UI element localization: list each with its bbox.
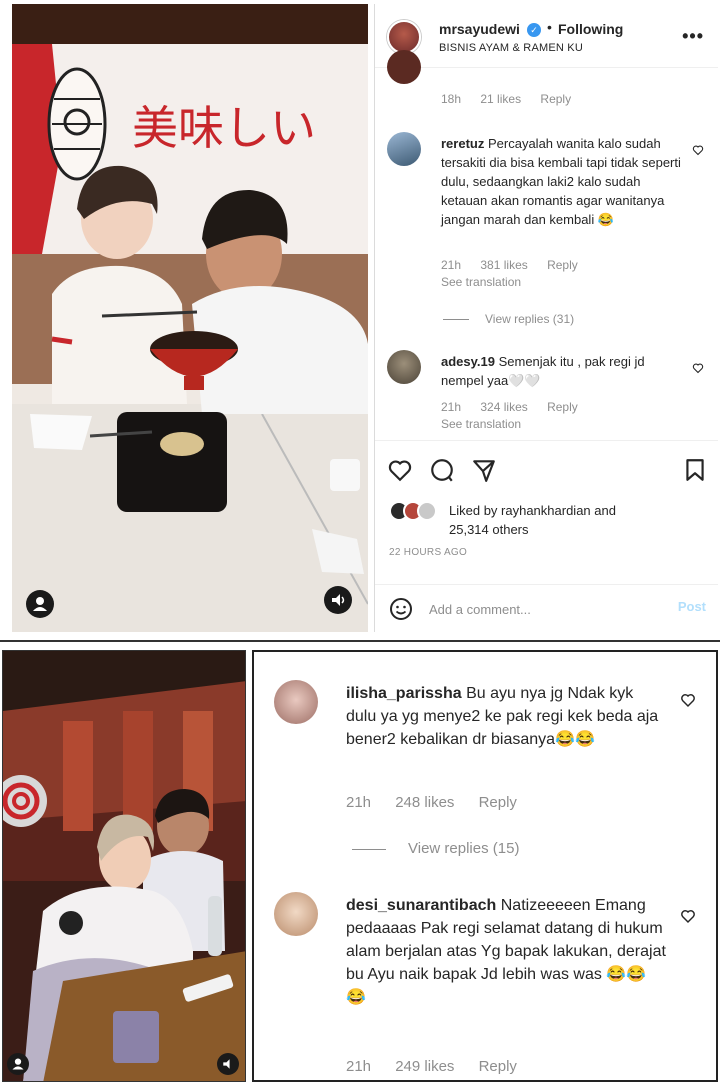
comment-likes[interactable]: 324 likes xyxy=(480,400,527,414)
following-button[interactable]: Following xyxy=(558,21,623,37)
liked-by-text[interactable]: Liked by rayhankhardian and 25,314 other… xyxy=(449,501,616,539)
sound-icon[interactable] xyxy=(217,1053,239,1075)
heart-icon[interactable] xyxy=(680,908,696,924)
avatar[interactable] xyxy=(387,20,421,54)
comment-time: 21h xyxy=(441,400,462,414)
see-translation-link[interactable]: See translation xyxy=(441,275,521,289)
comment-meta: 21h 249 likes Reply xyxy=(346,1058,537,1075)
comment-likes[interactable]: 381 likes xyxy=(480,258,527,272)
comment-likes[interactable]: 21 likes xyxy=(480,92,521,106)
comment-icon[interactable] xyxy=(429,457,455,483)
reply-button[interactable]: Reply xyxy=(540,92,571,106)
avatar[interactable] xyxy=(387,50,421,84)
liked-by-avatars[interactable] xyxy=(389,501,445,523)
video-frame-illustration: 美味しい xyxy=(12,4,368,632)
reply-button[interactable]: Reply xyxy=(479,1058,517,1075)
comment-time: 21h xyxy=(346,1058,372,1075)
post-video[interactable]: 美味しい xyxy=(12,4,368,632)
comment-text: reretuz Percayalah wanita kalo sudah ter… xyxy=(441,134,681,229)
post-actions: Liked by rayhankhardian and 25,314 other… xyxy=(375,440,718,594)
more-icon[interactable]: ••• xyxy=(682,26,704,47)
avatar[interactable] xyxy=(274,680,318,724)
second-video-frame-illustration xyxy=(3,651,245,1081)
reply-button[interactable]: Reply xyxy=(547,258,578,272)
post-button[interactable]: Post xyxy=(678,599,706,614)
comments-zoom-box: ilisha_parissha Bu ayu nya jg Ndak kyk d… xyxy=(252,650,718,1082)
avatar[interactable] xyxy=(387,132,421,166)
see-translation-link[interactable]: See translation xyxy=(441,417,521,431)
comment-time: 21h xyxy=(441,258,462,272)
comment-likes[interactable]: 249 likes xyxy=(395,1058,454,1075)
comment-username[interactable]: adesy.19 xyxy=(441,354,495,369)
heart-icon[interactable] xyxy=(387,457,413,483)
liked-by-line1: Liked by rayhankhardian and xyxy=(449,503,616,518)
separator-dot: • xyxy=(547,19,552,35)
avatar[interactable] xyxy=(387,350,421,384)
share-icon[interactable] xyxy=(471,457,497,483)
comment-item: adesy.19 Semenjak itu , pak regi jd nemp… xyxy=(375,350,718,436)
comment-text: adesy.19 Semenjak itu , pak regi jd nemp… xyxy=(441,352,681,390)
post-subtitle: BISNIS AYAM & RAMEN KU xyxy=(439,42,583,54)
comment-username[interactable]: ilisha_parissha xyxy=(346,685,462,702)
comment-time: 18h xyxy=(441,92,462,106)
post-sidebar: mrsayudewi ✓ • Following BISNIS AYAM & R… xyxy=(374,4,718,632)
heart-icon[interactable] xyxy=(680,692,696,708)
comment-username[interactable]: reretuz xyxy=(441,136,484,151)
comment-meta: 18h 21 likes Reply xyxy=(441,92,587,106)
post-header: mrsayudewi ✓ • Following BISNIS AYAM & R… xyxy=(375,4,718,68)
comment-item: 18h 21 likes Reply xyxy=(375,50,718,112)
comment-meta: 21h 324 likes Reply xyxy=(441,400,594,414)
divider-line xyxy=(443,319,469,321)
comment-text: ilisha_parissha Bu ayu nya jg Ndak kyk d… xyxy=(346,682,666,751)
reply-button[interactable]: Reply xyxy=(479,794,517,811)
comments-screenshot-panel: ilisha_parissha Bu ayu nya jg Ndak kyk d… xyxy=(0,646,720,1084)
comment-time: 21h xyxy=(346,794,372,811)
comment-likes[interactable]: 248 likes xyxy=(395,794,454,811)
liked-by-line2: 25,314 others xyxy=(449,522,529,537)
view-replies-label: View replies (31) xyxy=(485,312,575,326)
add-comment-bar: Post xyxy=(375,584,718,632)
view-replies-button[interactable]: View replies (31) xyxy=(443,312,574,326)
verified-icon: ✓ xyxy=(527,23,541,37)
comment-input[interactable] xyxy=(429,597,659,621)
user-icon[interactable] xyxy=(7,1053,29,1075)
second-video[interactable] xyxy=(2,650,246,1082)
user-icon[interactable] xyxy=(26,590,54,618)
sound-icon[interactable] xyxy=(324,586,352,614)
comment-text: desi_sunarantibach Natizeeeeen Emang ped… xyxy=(346,894,666,1009)
heart-icon[interactable] xyxy=(692,144,704,156)
heart-icon[interactable] xyxy=(692,362,704,374)
instagram-post-panel: 美味しい mrsayudewi ✓ • Following BISNIS AYA… xyxy=(0,0,720,642)
divider-line xyxy=(352,848,386,850)
post-timestamp: 22 HOURS AGO xyxy=(389,547,468,558)
view-replies-button[interactable]: View replies (15) xyxy=(352,840,519,857)
view-replies-label: View replies (15) xyxy=(408,840,520,857)
comment-username[interactable]: desi_sunarantibach xyxy=(346,897,496,914)
avatar[interactable] xyxy=(274,892,318,936)
comment-item: reretuz Percayalah wanita kalo sudah ter… xyxy=(375,132,718,302)
reply-button[interactable]: Reply xyxy=(547,400,578,414)
video-sign-text: 美味しい xyxy=(132,101,316,155)
smile-icon[interactable] xyxy=(389,597,413,621)
bookmark-icon[interactable] xyxy=(682,457,708,483)
comment-meta: 21h 248 likes Reply xyxy=(346,794,537,811)
post-username[interactable]: mrsayudewi xyxy=(439,21,520,37)
comment-meta: 21h 381 likes Reply xyxy=(441,258,594,272)
